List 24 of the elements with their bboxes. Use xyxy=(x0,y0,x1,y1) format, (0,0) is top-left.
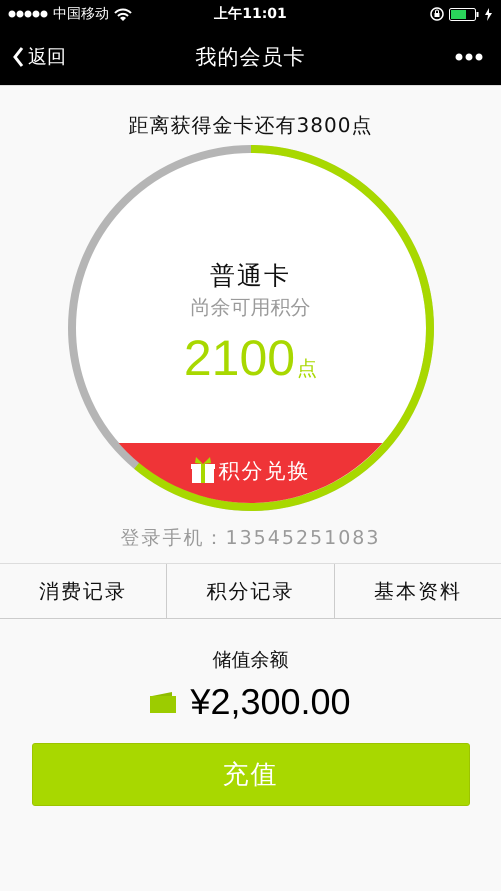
tab[interactable]: 基本资料 xyxy=(334,564,501,618)
points-label: 尚余可用积分 xyxy=(190,294,310,321)
points-unit: 点 xyxy=(297,355,318,382)
rotation-lock-icon xyxy=(430,7,444,21)
tab[interactable]: 积分记录 xyxy=(167,564,335,618)
charging-icon xyxy=(484,8,493,20)
signal-icon xyxy=(8,9,48,19)
chevron-left-icon xyxy=(12,46,24,68)
back-button[interactable]: 返回 xyxy=(12,44,66,70)
balance-amount: ¥2,300.00 xyxy=(190,681,351,723)
points-value: 2100 xyxy=(184,329,296,387)
gift-icon xyxy=(190,457,214,483)
wifi-icon xyxy=(114,8,132,20)
tab[interactable]: 消费记录 xyxy=(0,564,168,618)
more-icon[interactable] xyxy=(455,52,483,60)
wallet-icon xyxy=(150,691,176,713)
page-title: 我的会员卡 xyxy=(196,44,306,70)
login-phone: 登录手机：13545251083 xyxy=(120,526,380,551)
balance-label: 储值余额 xyxy=(212,648,288,673)
tier-title: 普通卡 xyxy=(210,260,291,292)
progress-caption: 距离获得金卡还有3800点 xyxy=(128,112,372,139)
carrier-name: 中国移动 xyxy=(53,5,109,23)
status-time: 上午11:01 xyxy=(214,5,287,23)
battery-icon xyxy=(449,8,479,20)
